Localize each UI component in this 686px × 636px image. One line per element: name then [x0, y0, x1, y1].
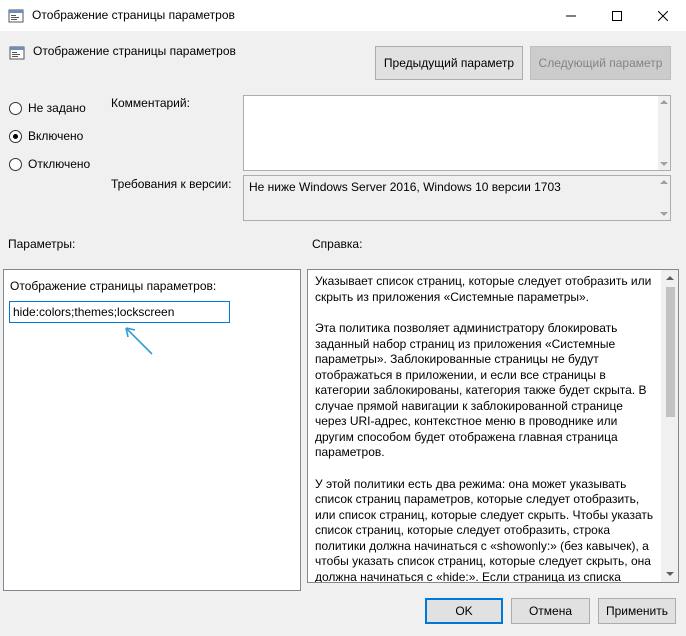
- policy-setting-icon: [9, 45, 25, 64]
- comment-label: Комментарий:: [111, 96, 190, 110]
- radio-label: Отключено: [28, 157, 91, 171]
- title-bar: Отображение страницы параметров: [0, 0, 686, 31]
- minimize-button[interactable]: [548, 0, 594, 31]
- radio-enabled[interactable]: Включено: [9, 129, 83, 143]
- scroll-up-icon[interactable]: [660, 100, 668, 104]
- close-button[interactable]: [640, 0, 686, 31]
- setting-title: Отображение страницы параметров: [33, 44, 236, 58]
- comment-field[interactable]: [243, 95, 671, 171]
- radio-label: Включено: [28, 129, 84, 143]
- help-text: Указывает список страниц, которые следуе…: [315, 274, 657, 583]
- help-panel: Указывает список страниц, которые следуе…: [307, 269, 679, 583]
- scroll-up-icon[interactable]: [660, 180, 668, 184]
- help-section-label: Справка:: [312, 237, 363, 251]
- radio-circle[interactable]: [9, 101, 22, 115]
- scroll-up-icon[interactable]: [666, 276, 674, 280]
- annotation-arrow-icon: [125, 327, 153, 355]
- help-scrollbar[interactable]: [661, 270, 678, 582]
- help-paragraph: Указывает список страниц, которые следуе…: [315, 274, 652, 304]
- params-field-label: Отображение страницы параметров:: [10, 279, 217, 293]
- requirements-value: Не ниже Windows Server 2016, Windows 10 …: [249, 180, 561, 194]
- radio-circle[interactable]: [9, 129, 22, 143]
- help-paragraph: Эта политика позволяет администратору бл…: [315, 321, 647, 459]
- radio-disabled[interactable]: Отключено: [9, 157, 90, 171]
- previous-setting-button[interactable]: Предыдущий параметр: [375, 46, 523, 80]
- radio-label: Не задано: [28, 101, 86, 115]
- policy-app-icon: [8, 8, 24, 27]
- radio-circle[interactable]: [9, 157, 22, 171]
- scroll-down-icon[interactable]: [660, 212, 668, 216]
- minimize-icon: [566, 15, 576, 16]
- maximize-button[interactable]: [594, 0, 640, 31]
- maximize-icon: [612, 10, 622, 21]
- cancel-button[interactable]: Отмена: [511, 598, 590, 624]
- window-title: Отображение страницы параметров: [32, 8, 235, 22]
- help-paragraph: У этой политики есть два режима: она мож…: [315, 476, 654, 583]
- requirements-scrollbar[interactable]: [658, 176, 670, 220]
- next-setting-button[interactable]: Следующий параметр: [530, 46, 671, 80]
- apply-button[interactable]: Применить: [598, 598, 676, 624]
- params-section-label: Параметры:: [8, 237, 76, 251]
- params-panel: Отображение страницы параметров:: [3, 269, 301, 591]
- requirements-label: Требования к версии:: [111, 177, 232, 191]
- ok-button[interactable]: OK: [425, 598, 503, 624]
- scroll-down-icon[interactable]: [660, 162, 668, 166]
- close-icon: [658, 10, 668, 21]
- scroll-down-icon[interactable]: [666, 572, 674, 576]
- requirements-field: Не ниже Windows Server 2016, Windows 10 …: [243, 175, 671, 221]
- radio-not-configured[interactable]: Не задано: [9, 101, 86, 115]
- scroll-thumb[interactable]: [666, 287, 675, 417]
- comment-scrollbar[interactable]: [658, 96, 670, 170]
